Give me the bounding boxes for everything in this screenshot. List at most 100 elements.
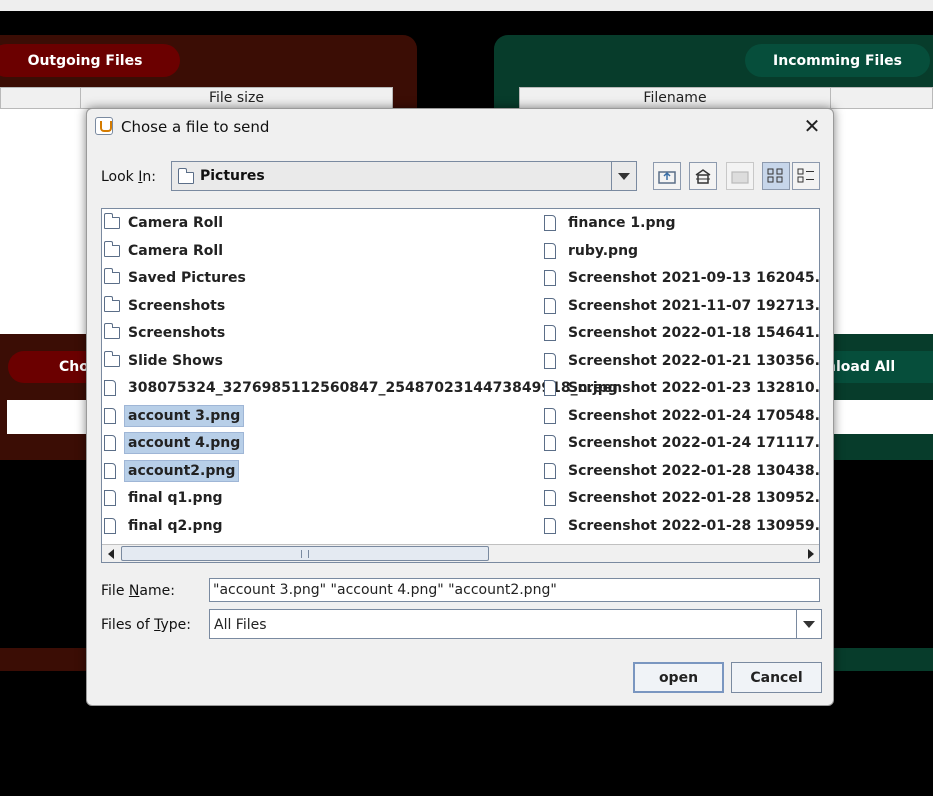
list-item-label: account2.png bbox=[124, 459, 240, 482]
list-view-icon bbox=[767, 168, 783, 183]
list-item-label: Screenshot 2021-11-07 192713.png bbox=[568, 297, 820, 314]
look-in-label: Look In: bbox=[101, 169, 156, 185]
details-view-button[interactable] bbox=[792, 162, 820, 190]
list-item[interactable]: Camera Roll bbox=[102, 211, 223, 235]
up-folder-button[interactable] bbox=[653, 162, 681, 190]
folder-icon bbox=[102, 295, 124, 312]
list-item-label: Screenshot 2022-01-23 132810.png bbox=[568, 380, 820, 396]
details-view-icon bbox=[797, 168, 814, 183]
list-item[interactable]: Screenshot 2022-01-28 130438.png bbox=[542, 459, 820, 483]
outgoing-path-field[interactable] bbox=[7, 400, 87, 434]
file-icon bbox=[542, 242, 564, 259]
new-folder-icon bbox=[731, 171, 749, 184]
files-of-type-value: All Files bbox=[214, 617, 267, 633]
list-item[interactable]: ruby.png bbox=[542, 239, 638, 263]
list-item-label: final q2.png bbox=[128, 517, 223, 534]
list-item-label: Screenshot 2022-01-18 154641.png bbox=[568, 325, 820, 341]
horizontal-scrollbar[interactable] bbox=[102, 544, 819, 562]
list-item[interactable]: account 4.png bbox=[102, 431, 245, 455]
file-icon bbox=[542, 380, 564, 396]
list-item[interactable]: Screenshot 2022-01-21 130356.png bbox=[542, 349, 819, 373]
list-item[interactable]: Saved Pictures bbox=[102, 266, 246, 290]
list-item-label: Screenshots bbox=[128, 297, 226, 314]
incoming-filename-header[interactable]: Filename bbox=[519, 87, 831, 109]
list-item[interactable]: finance 1.png bbox=[542, 211, 676, 235]
folder-icon bbox=[102, 350, 124, 367]
list-item-label: account 3.png bbox=[124, 404, 245, 427]
incoming-files-tab[interactable]: Incomming Files bbox=[745, 44, 930, 77]
file-icon bbox=[102, 462, 124, 479]
look-in-value: Pictures bbox=[200, 168, 265, 184]
list-item-label: Screenshots bbox=[128, 325, 226, 341]
file-icon bbox=[102, 517, 124, 534]
folder-icon bbox=[102, 213, 124, 229]
file-icon bbox=[542, 490, 564, 506]
list-item[interactable]: Screenshots bbox=[102, 294, 225, 318]
list-item-label: final q1.png bbox=[128, 490, 223, 506]
list-item-label: Camera Roll bbox=[128, 215, 224, 231]
list-item-label: account 4.png bbox=[124, 432, 245, 454]
file-chooser-dialog: Chose a file to send ✕ Look In: Pictures… bbox=[86, 108, 834, 706]
file-list[interactable]: Camera Roll Camera Roll Saved Pictures Scre… bbox=[101, 208, 820, 563]
home-icon bbox=[695, 169, 711, 184]
chevron-down-icon[interactable] bbox=[796, 610, 821, 638]
list-item-label: Screenshot 2022-01-28 130952.png bbox=[568, 490, 820, 506]
outgoing-bottom-strip bbox=[0, 648, 86, 671]
list-item[interactable]: Screenshot 2021-11-07 192713.png bbox=[542, 294, 820, 318]
list-item-label: Saved Pictures bbox=[128, 270, 246, 286]
file-icon bbox=[542, 352, 564, 369]
file-name-label: File Name: bbox=[101, 583, 175, 599]
file-icon bbox=[542, 270, 564, 286]
list-item[interactable]: final q1.png bbox=[102, 486, 223, 510]
folder-icon bbox=[102, 240, 124, 257]
list-item[interactable]: Slide Shows bbox=[102, 349, 223, 373]
outgoing-file-size-header[interactable]: File size bbox=[80, 87, 393, 109]
home-button[interactable] bbox=[689, 162, 717, 190]
list-item[interactable]: account 3.png bbox=[102, 404, 245, 428]
scroll-right-icon[interactable] bbox=[802, 545, 819, 562]
list-item[interactable]: account2.png bbox=[102, 459, 240, 483]
list-item[interactable]: Screenshot 2022-01-18 154641.png bbox=[542, 321, 820, 345]
look-in-combo[interactable]: Pictures bbox=[171, 161, 637, 191]
list-item-label: Screenshot 2022-01-28 130959.png bbox=[568, 517, 820, 534]
file-icon bbox=[102, 380, 124, 396]
list-item-label: Screenshot 2021-09-13 162045.png bbox=[568, 270, 820, 286]
list-item[interactable]: Screenshot 2022-01-24 171117.png bbox=[542, 431, 820, 455]
outgoing-table-header-blank bbox=[0, 87, 81, 109]
file-name-input[interactable]: "account 3.png" "account 4.png" "account… bbox=[209, 578, 820, 602]
list-item[interactable]: Screenshot 2022-01-23 132810.png bbox=[542, 376, 820, 400]
list-item[interactable]: 308075324_3276985112560847_2548702314473… bbox=[102, 376, 618, 400]
list-item-label: Screenshot 2022-01-28 130438.png bbox=[568, 462, 820, 479]
list-item[interactable]: Screenshots bbox=[102, 321, 225, 345]
list-item[interactable]: Screenshot 2022-01-24 170548.png bbox=[542, 404, 820, 428]
list-item[interactable]: Screenshot 2021-09-13 162045.png bbox=[542, 266, 820, 290]
file-icon bbox=[542, 215, 564, 231]
list-item[interactable]: Screenshot 2022-01-28 130959.png bbox=[542, 514, 820, 538]
files-of-type-combo[interactable]: All Files bbox=[209, 609, 822, 639]
list-view-button[interactable] bbox=[762, 162, 790, 190]
folder-icon bbox=[102, 323, 124, 339]
list-item[interactable]: Camera Roll bbox=[102, 239, 223, 263]
list-item[interactable]: final q2.png bbox=[102, 514, 223, 538]
new-folder-button[interactable] bbox=[726, 162, 754, 190]
files-of-type-label: Files of Type: bbox=[101, 617, 192, 633]
incoming-path-field[interactable] bbox=[833, 400, 933, 434]
close-icon[interactable]: ✕ bbox=[801, 114, 823, 138]
cancel-button[interactable]: Cancel bbox=[731, 662, 822, 693]
incoming-table-header-blank bbox=[830, 87, 933, 109]
file-icon bbox=[542, 297, 564, 314]
list-item-label: Screenshot 2022-01-24 171117.png bbox=[568, 435, 820, 451]
incoming-bottom-strip bbox=[834, 648, 933, 671]
list-item-label: Camera Roll bbox=[128, 242, 224, 259]
list-item-label: Screenshot 2022-01-24 170548.png bbox=[568, 407, 820, 424]
outgoing-files-tab[interactable]: Outgoing Files bbox=[0, 44, 180, 77]
open-button[interactable]: open bbox=[633, 662, 724, 693]
scroll-left-icon[interactable] bbox=[102, 545, 119, 562]
chevron-down-icon[interactable] bbox=[611, 162, 636, 190]
folder-icon bbox=[102, 268, 124, 284]
file-icon bbox=[102, 407, 124, 424]
file-icon bbox=[542, 325, 564, 341]
list-item[interactable]: Screenshot 2022-01-28 130952.png bbox=[542, 486, 820, 510]
top-bar bbox=[0, 0, 933, 11]
scrollbar-thumb[interactable] bbox=[121, 546, 489, 561]
